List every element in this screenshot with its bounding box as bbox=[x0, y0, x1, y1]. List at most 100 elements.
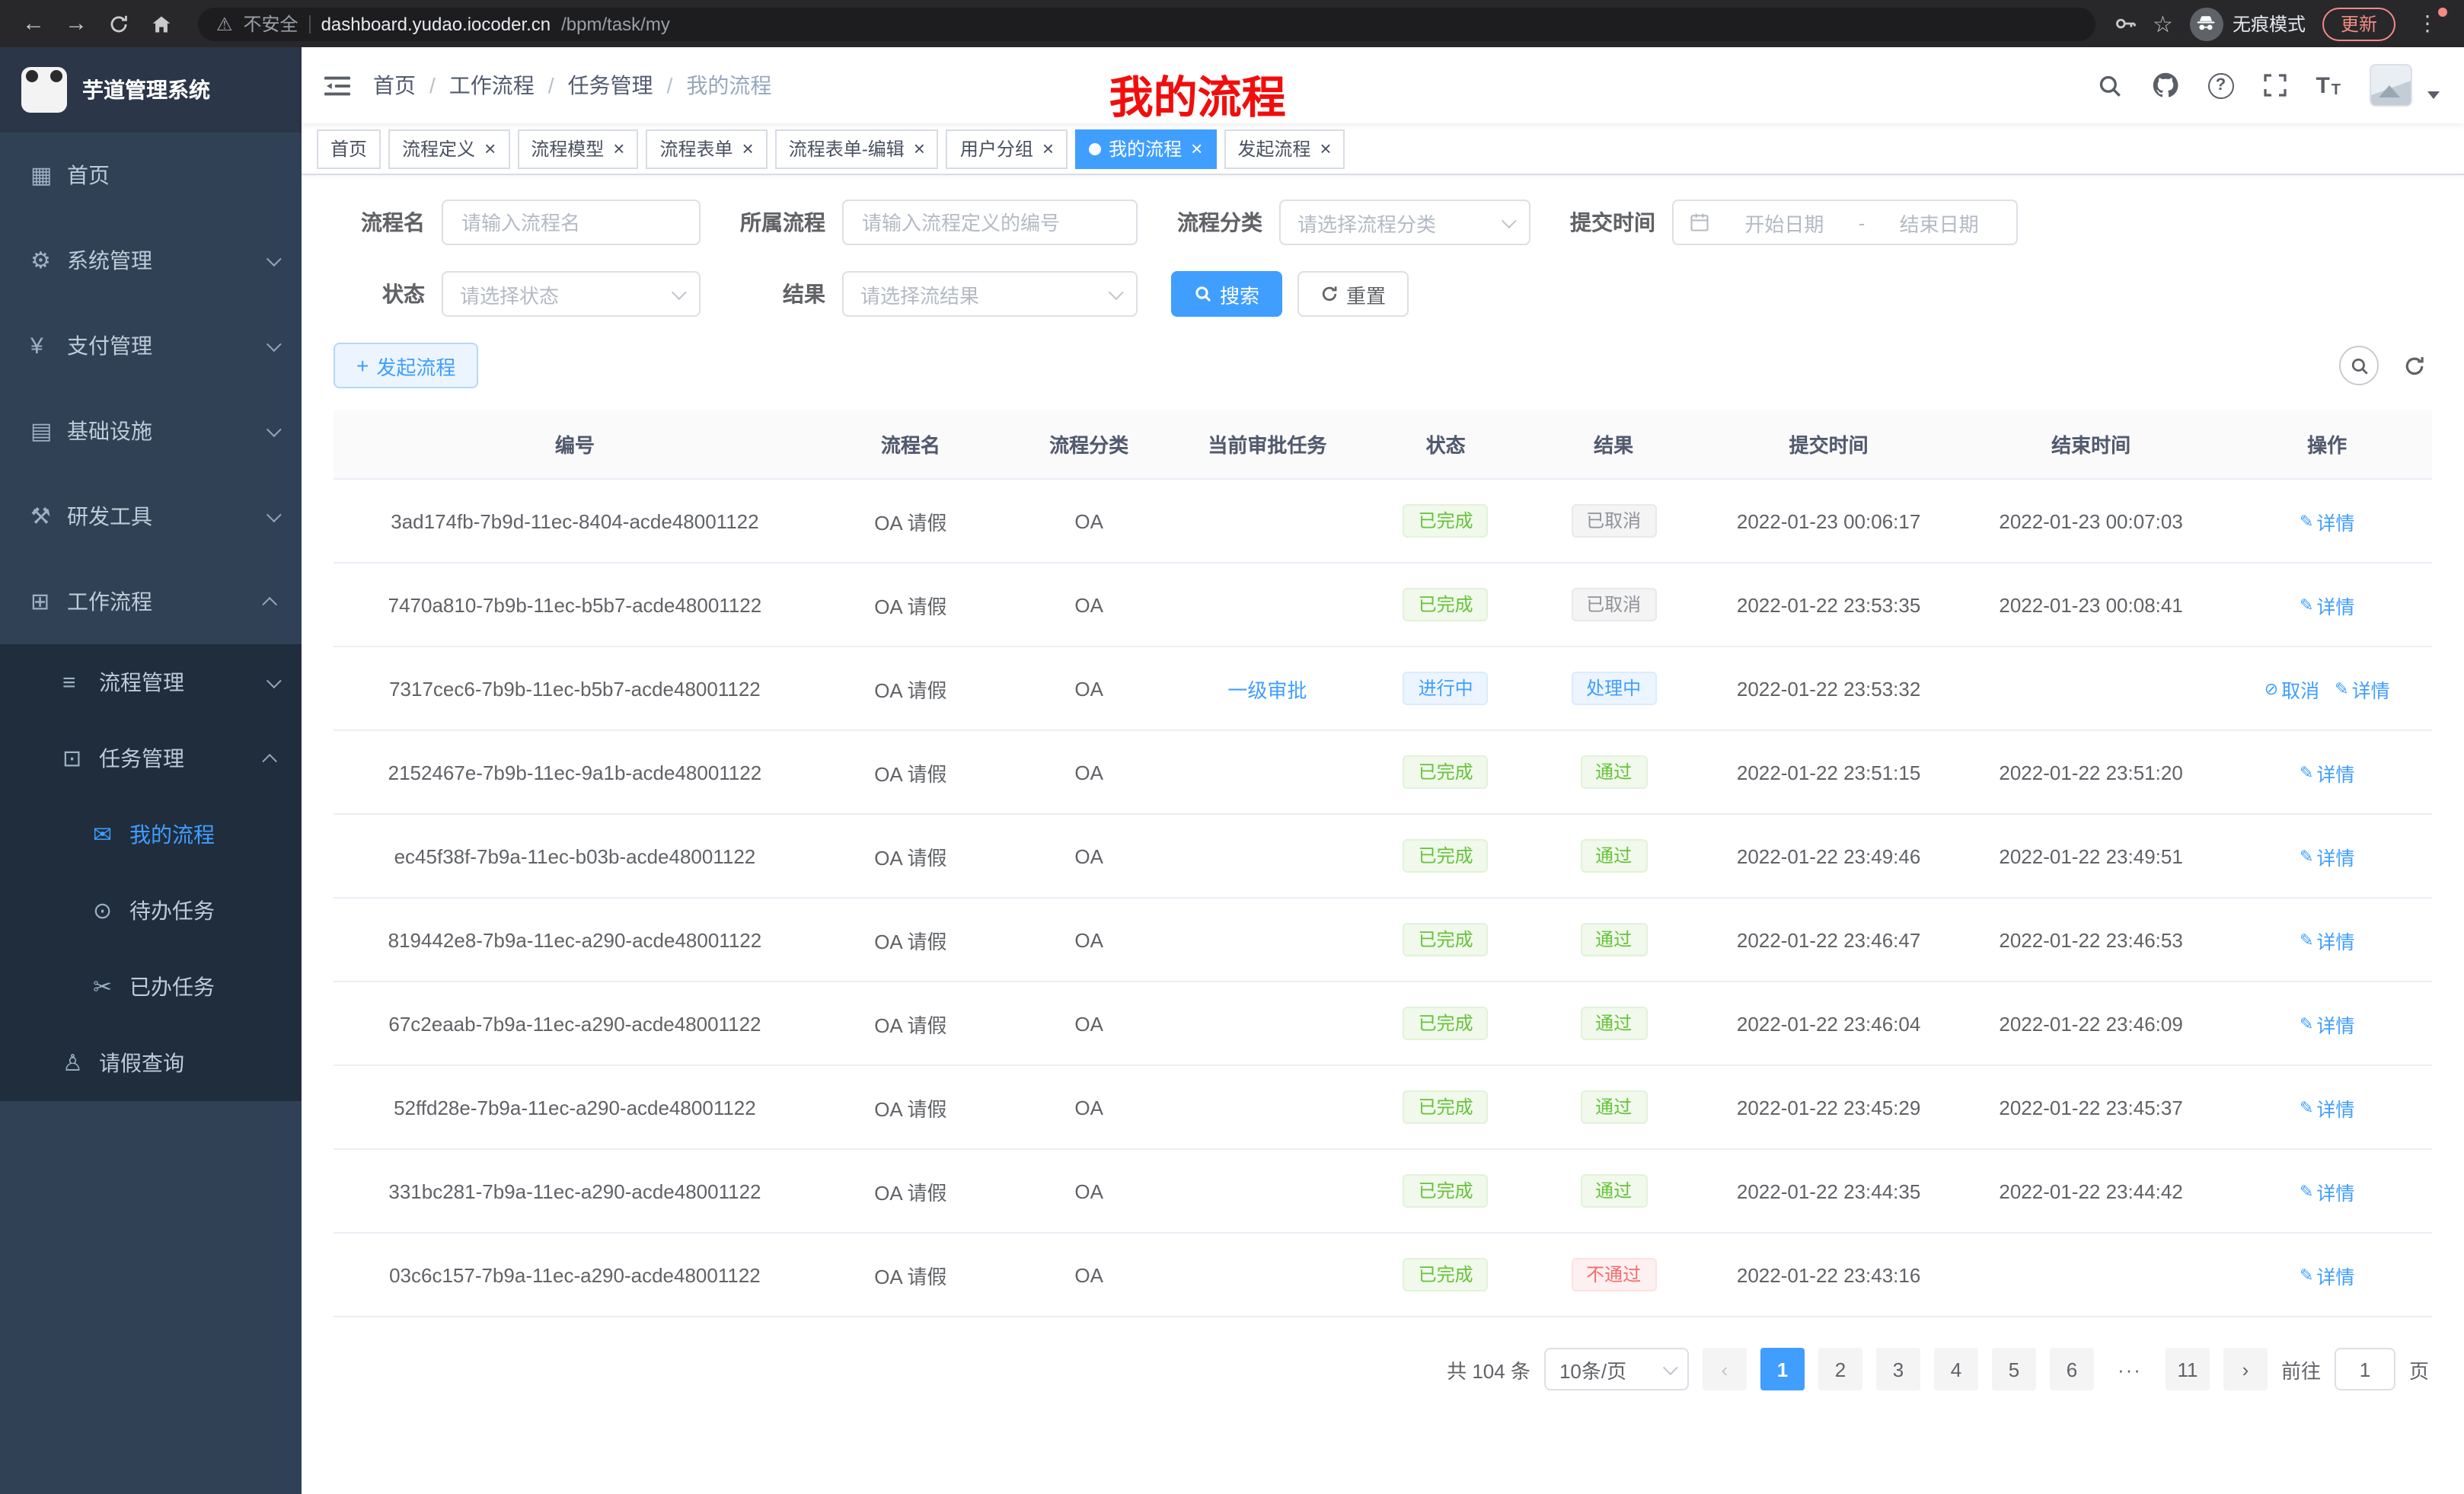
sidebar-item-my-process[interactable]: ✉我的流程 bbox=[0, 796, 302, 873]
cell-submit-time: 2022-01-22 23:53:32 bbox=[1697, 646, 1960, 730]
close-icon[interactable]: × bbox=[1320, 139, 1331, 158]
app-logo[interactable]: 芋道管理系统 bbox=[0, 47, 302, 132]
search-button[interactable]: 搜索 bbox=[1171, 271, 1282, 317]
browser-menu-icon[interactable]: ⋮ bbox=[2412, 11, 2443, 37]
page-button-5[interactable]: 5 bbox=[1992, 1348, 2036, 1390]
github-icon[interactable] bbox=[2151, 72, 2178, 99]
sidebar-item-infrastructure[interactable]: ▤基础设施 bbox=[0, 388, 302, 474]
close-icon[interactable]: × bbox=[914, 139, 925, 158]
show-search-button[interactable] bbox=[2339, 346, 2379, 385]
breadcrumb-item-task-mgmt[interactable]: 任务管理 bbox=[568, 70, 653, 101]
close-icon[interactable]: × bbox=[484, 139, 496, 158]
pager-ellipsis[interactable]: ··· bbox=[2108, 1348, 2152, 1390]
tab-home[interactable]: 首页 bbox=[317, 129, 381, 168]
detail-icon: ✎ bbox=[2300, 930, 2313, 950]
cell-process-id: ec45f38f-7b9a-11ec-b03b-acde48001122 bbox=[334, 814, 816, 898]
address-bar[interactable]: ⚠ 不安全 dashboard.yudao.iocoder.cn/bpm/tas… bbox=[198, 7, 2095, 40]
goto-page-input[interactable] bbox=[2335, 1348, 2395, 1390]
workflow-icon: ⊞ bbox=[30, 588, 67, 615]
category-select[interactable]: 请选择流程分类 bbox=[1279, 200, 1530, 245]
detail-link[interactable]: ✎详情 bbox=[2300, 925, 2354, 954]
search-icon[interactable] bbox=[2096, 72, 2122, 98]
refresh-icon bbox=[2403, 354, 2426, 377]
sidebar-item-label: 待办任务 bbox=[129, 895, 215, 926]
sidebar-item-task-mgmt[interactable]: ⊡任务管理 bbox=[0, 720, 302, 796]
password-key-icon[interactable] bbox=[2113, 12, 2136, 35]
sidebar-item-workflow[interactable]: ⊞工作流程 bbox=[0, 559, 302, 644]
detail-link[interactable]: ✎详情 bbox=[2335, 674, 2389, 703]
result-select[interactable]: 请选择流结果 bbox=[842, 271, 1138, 317]
tab-process-form[interactable]: 流程表单× bbox=[646, 129, 767, 168]
sidebar-item-leave-query[interactable]: ♙请假查询 bbox=[0, 1025, 302, 1101]
tab-my-process[interactable]: 我的流程× bbox=[1075, 129, 1216, 168]
close-icon[interactable]: × bbox=[1191, 139, 1202, 158]
page-button-4[interactable]: 4 bbox=[1934, 1348, 1978, 1390]
fullscreen-icon[interactable] bbox=[2262, 73, 2287, 97]
close-icon[interactable]: × bbox=[1042, 139, 1054, 158]
forward-button[interactable]: → bbox=[58, 5, 94, 42]
tab-start-process[interactable]: 发起流程 × bbox=[1224, 129, 1345, 168]
submit-time-range[interactable]: 开始日期 - 结束日期 bbox=[1672, 200, 2018, 245]
bookmark-star-icon[interactable]: ☆ bbox=[2153, 10, 2173, 37]
cell-process-id: 331bc281-7b9a-11ec-a290-acde48001122 bbox=[334, 1149, 816, 1233]
cell-status: 已完成 bbox=[1361, 563, 1529, 646]
sidebar-item-system-mgmt[interactable]: ⚙系统管理 bbox=[0, 218, 302, 303]
breadcrumb-item-workflow[interactable]: 工作流程 bbox=[449, 70, 535, 101]
page-button-2[interactable]: 2 bbox=[1818, 1348, 1862, 1390]
close-icon[interactable]: × bbox=[742, 139, 754, 158]
status-badge: 已完成 bbox=[1403, 1090, 1489, 1124]
sidebar-toggle[interactable] bbox=[302, 72, 373, 98]
reload-button[interactable] bbox=[101, 5, 137, 42]
detail-link[interactable]: ✎详情 bbox=[2300, 1260, 2354, 1289]
tab-user-group[interactable]: 用户分组× bbox=[946, 129, 1068, 168]
prev-page-button[interactable]: ‹ bbox=[1703, 1348, 1747, 1390]
cell-actions: ✎详情 bbox=[2222, 479, 2432, 563]
detail-link[interactable]: ✎详情 bbox=[2300, 1009, 2354, 1038]
tab-process-form-edit[interactable]: 流程表单-编辑× bbox=[775, 129, 939, 168]
detail-link[interactable]: ✎详情 bbox=[2300, 1093, 2354, 1122]
page-button-6[interactable]: 6 bbox=[2050, 1348, 2094, 1390]
back-button[interactable]: ← bbox=[15, 5, 52, 42]
caret-down-icon[interactable] bbox=[2427, 91, 2440, 98]
detail-link[interactable]: ✎详情 bbox=[2300, 590, 2354, 619]
page-size-select[interactable]: 10条/页 bbox=[1544, 1348, 1689, 1390]
page-button-11[interactable]: 11 bbox=[2166, 1348, 2210, 1390]
detail-link[interactable]: ✎详情 bbox=[2300, 841, 2354, 870]
process-name-input[interactable] bbox=[442, 200, 701, 245]
sidebar-item-home[interactable]: ▦首页 bbox=[0, 132, 302, 218]
sidebar-item-payment-mgmt[interactable]: ¥支付管理 bbox=[0, 303, 302, 388]
help-icon[interactable]: ? bbox=[2207, 72, 2233, 98]
breadcrumb-item-home[interactable]: 首页 bbox=[373, 70, 416, 101]
tab-process-model[interactable]: 流程模型× bbox=[517, 129, 638, 168]
page-button-1[interactable]: 1 bbox=[1760, 1348, 1805, 1390]
update-button[interactable]: 更新 bbox=[2322, 7, 2395, 40]
current-task-link[interactable]: 一级审批 bbox=[1227, 678, 1307, 701]
font-size-icon[interactable]: TT bbox=[2316, 72, 2341, 98]
cell-category: OA bbox=[1005, 814, 1173, 898]
reset-button[interactable]: 重置 bbox=[1297, 271, 1409, 317]
home-button[interactable] bbox=[143, 5, 180, 42]
sidebar-item-todo-tasks[interactable]: ⊙待办任务 bbox=[0, 873, 302, 949]
tab-process-definition[interactable]: 流程定义× bbox=[388, 129, 509, 168]
detail-link[interactable]: ✎详情 bbox=[2300, 758, 2354, 787]
cell-actions: ✎详情 bbox=[2222, 898, 2432, 982]
tab-label: 发起流程 bbox=[1237, 136, 1310, 161]
sidebar-item-done-tasks[interactable]: ✂已办任务 bbox=[0, 949, 302, 1025]
detail-link[interactable]: ✎详情 bbox=[2300, 506, 2354, 535]
column-header: 编号 bbox=[334, 410, 816, 479]
sidebar-item-dev-tools[interactable]: ⚒研发工具 bbox=[0, 474, 302, 559]
start-process-button[interactable]: + 发起流程 bbox=[334, 343, 478, 388]
process-def-input[interactable] bbox=[842, 200, 1138, 245]
browser-chrome: ← → ⚠ 不安全 dashboard.yudao.iocoder.cn/bpm… bbox=[0, 0, 2464, 47]
refresh-table-button[interactable] bbox=[2403, 354, 2426, 377]
close-icon[interactable]: × bbox=[613, 139, 624, 158]
cancel-link[interactable]: ⊘取消 bbox=[2265, 674, 2319, 703]
cell-process-name: OA 请假 bbox=[816, 563, 1005, 646]
process-table: 编号流程名流程分类当前审批任务状态结果提交时间结束时间操作 3ad174fb-7… bbox=[334, 410, 2432, 1317]
page-button-3[interactable]: 3 bbox=[1876, 1348, 1920, 1390]
detail-link[interactable]: ✎详情 bbox=[2300, 1176, 2354, 1205]
next-page-button[interactable]: › bbox=[2223, 1348, 2268, 1390]
status-select[interactable]: 请选择状态 bbox=[442, 271, 701, 317]
sidebar-item-process-mgmt[interactable]: ≡流程管理 bbox=[0, 644, 302, 720]
user-avatar[interactable] bbox=[2370, 64, 2412, 107]
